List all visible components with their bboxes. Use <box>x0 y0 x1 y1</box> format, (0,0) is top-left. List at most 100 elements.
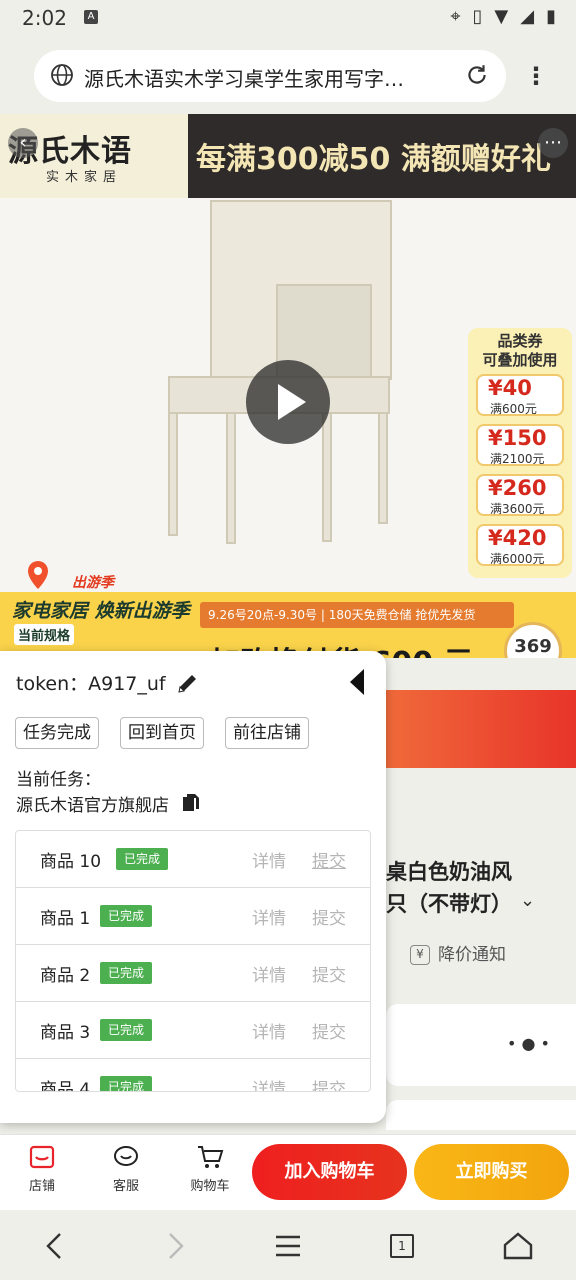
chevron-down-icon[interactable]: ⌄ <box>520 890 535 911</box>
go-to-store-button[interactable]: 前往店铺 <box>225 717 309 749</box>
table-row: 商品 4 已完成 详情 提交 <box>16 1059 370 1092</box>
tab-count: 1 <box>390 1234 414 1258</box>
desk-leg <box>322 412 332 542</box>
add-to-cart-button[interactable]: 加入购物车 <box>252 1144 407 1200</box>
store-icon <box>29 1145 55 1169</box>
menu-icon[interactable] <box>270 1228 306 1264</box>
edit-pencil-icon[interactable] <box>176 671 200 695</box>
coupon-amount: ¥420 <box>488 526 547 550</box>
detail-link[interactable]: 详情 <box>252 847 286 872</box>
coupon-title: 品类券 可叠加使用 <box>482 332 558 369</box>
status-badge: 已完成 <box>100 905 153 927</box>
product-title[interactable]: 桌白色奶油风 只（不带灯） <box>386 856 576 920</box>
cart-label: 购物车 <box>190 1179 230 1194</box>
chat-icon <box>114 1146 138 1166</box>
back-icon[interactable] <box>38 1228 74 1264</box>
cart-icon <box>198 1146 224 1168</box>
item-name: 商品 2 <box>40 966 91 986</box>
season-tag: 出游季 <box>72 575 114 591</box>
notification-a-icon: A <box>84 10 98 24</box>
product-hero[interactable]: 品类券 可叠加使用 ¥40 满600元 ¥150 满2100元 ¥260 满36… <box>0 198 576 658</box>
signal-icon: ◢ <box>520 6 535 27</box>
item-name: 商品 3 <box>40 1023 91 1043</box>
submit-link[interactable]: 提交 <box>312 1018 346 1043</box>
back-arrow-icon[interactable]: ‹ <box>8 128 38 158</box>
submit-link[interactable]: 提交 <box>312 847 346 872</box>
copy-icon[interactable] <box>182 793 200 813</box>
brand-tagline: 实木家居 <box>46 170 123 185</box>
status-badge: 已完成 <box>116 848 169 870</box>
coupon-card: ¥260 满3600元 <box>476 474 564 516</box>
price-notify-button[interactable]: ¥ 降价通知 <box>410 940 506 965</box>
coupon-stack: 品类券 可叠加使用 ¥40 满600元 ¥150 满2100元 ¥260 满36… <box>468 328 572 578</box>
detail-link[interactable]: 详情 <box>252 904 286 929</box>
coupon-condition: 满3600元 <box>490 502 545 516</box>
detail-link[interactable]: 详情 <box>252 1075 286 1091</box>
coupon-amount: ¥150 <box>488 426 547 450</box>
battery-icon: ▮ <box>546 6 556 27</box>
wifi-icon: ▼ <box>494 6 509 27</box>
submit-link[interactable]: 提交 <box>312 961 346 986</box>
coupon-condition: 满600元 <box>490 402 537 416</box>
more-icon[interactable]: ⋯ <box>538 128 568 158</box>
task-complete-button[interactable]: 任务完成 <box>15 717 99 749</box>
tabs-icon[interactable]: 1 <box>384 1228 420 1264</box>
table-row: 商品 2 已完成 详情 提交 <box>16 945 370 1002</box>
browser-menu-icon[interactable]: ⋮ <box>522 60 550 92</box>
submit-link[interactable]: 提交 <box>312 1075 346 1091</box>
promo-text: 每满300减50 满额赠好礼 <box>196 142 551 177</box>
reload-icon[interactable] <box>464 62 490 88</box>
coupon-card: ¥40 满600元 <box>476 374 564 416</box>
task-panel: token：A917_uf 任务完成 回到首页 前往店铺 当前任务： 源氏木语官… <box>0 651 386 1123</box>
current-task-value: 源氏木语官方旗舰店 <box>16 796 169 816</box>
current-task-heading: 当前任务： <box>16 770 101 790</box>
promo-slogan: 家电家居 焕新出游季 <box>12 600 190 622</box>
price-notify-icon: ¥ <box>410 945 430 965</box>
shop-label: 店铺 <box>28 1179 55 1194</box>
table-row: 商品 10 已完成 详情 提交 <box>16 831 370 888</box>
current-spec-label: 当前规格 <box>14 624 75 645</box>
vibrate-icon: ▯ <box>472 6 483 27</box>
home-icon[interactable] <box>500 1228 536 1264</box>
more-dots-icon: • ● • <box>506 1034 550 1053</box>
status-badge: 已完成 <box>100 962 153 984</box>
status-time: 2:02 <box>22 6 67 30</box>
table-row: 商品 3 已完成 详情 提交 <box>16 1002 370 1059</box>
status-badge: 已完成 <box>100 1076 153 1091</box>
info-card <box>386 1100 576 1130</box>
url-text[interactable]: 源氏木语实木学习桌学生家用写字… <box>84 63 404 92</box>
shop-button[interactable]: 店铺 <box>12 1143 72 1194</box>
desk-leg <box>226 412 236 544</box>
service-button[interactable]: 客服 <box>96 1143 156 1194</box>
detail-link[interactable]: 详情 <box>252 961 286 986</box>
collapse-panel-icon[interactable] <box>348 667 366 697</box>
back-home-button[interactable]: 回到首页 <box>120 717 204 749</box>
submit-link[interactable]: 提交 <box>312 904 346 929</box>
item-name: 商品 10 <box>40 852 102 872</box>
globe-icon <box>51 64 73 86</box>
buy-now-button[interactable]: 立即购买 <box>414 1144 569 1200</box>
coupon-condition: 满2100元 <box>490 452 545 466</box>
cart-button[interactable]: 购物车 <box>180 1143 240 1194</box>
table-row: 商品 1 已完成 详情 提交 <box>16 888 370 945</box>
price-notify-label: 降价通知 <box>438 945 506 965</box>
map-pin-icon <box>28 561 48 589</box>
coupon-amount: ¥260 <box>488 476 547 500</box>
bottom-action-bar: 店铺 客服 购物车 加入购物车 立即购买 <box>0 1134 576 1210</box>
address-bar[interactable]: 源氏木语实木学习桌学生家用写字… <box>34 50 506 102</box>
location-icon: ⌖ <box>450 6 461 27</box>
desk-leg <box>378 412 388 524</box>
token-label: token：A917_uf <box>16 673 166 695</box>
detail-link[interactable]: 详情 <box>252 1018 286 1043</box>
forward-icon[interactable] <box>156 1228 192 1264</box>
item-name: 商品 1 <box>40 909 91 929</box>
task-list: 商品 10 已完成 详情 提交 商品 1 已完成 详情 提交 商品 2 已完成 … <box>15 830 371 1092</box>
play-video-icon[interactable] <box>246 360 330 444</box>
promo-banner: 每满300减50 满额赠好礼 <box>188 114 576 198</box>
coupon-card: ¥150 满2100元 <box>476 424 564 466</box>
coupon-amount: ¥40 <box>488 376 532 400</box>
item-name: 商品 4 <box>40 1080 91 1092</box>
service-label: 客服 <box>112 1179 139 1194</box>
desk-leg <box>168 412 178 536</box>
options-card[interactable]: • ● • <box>386 1004 576 1086</box>
